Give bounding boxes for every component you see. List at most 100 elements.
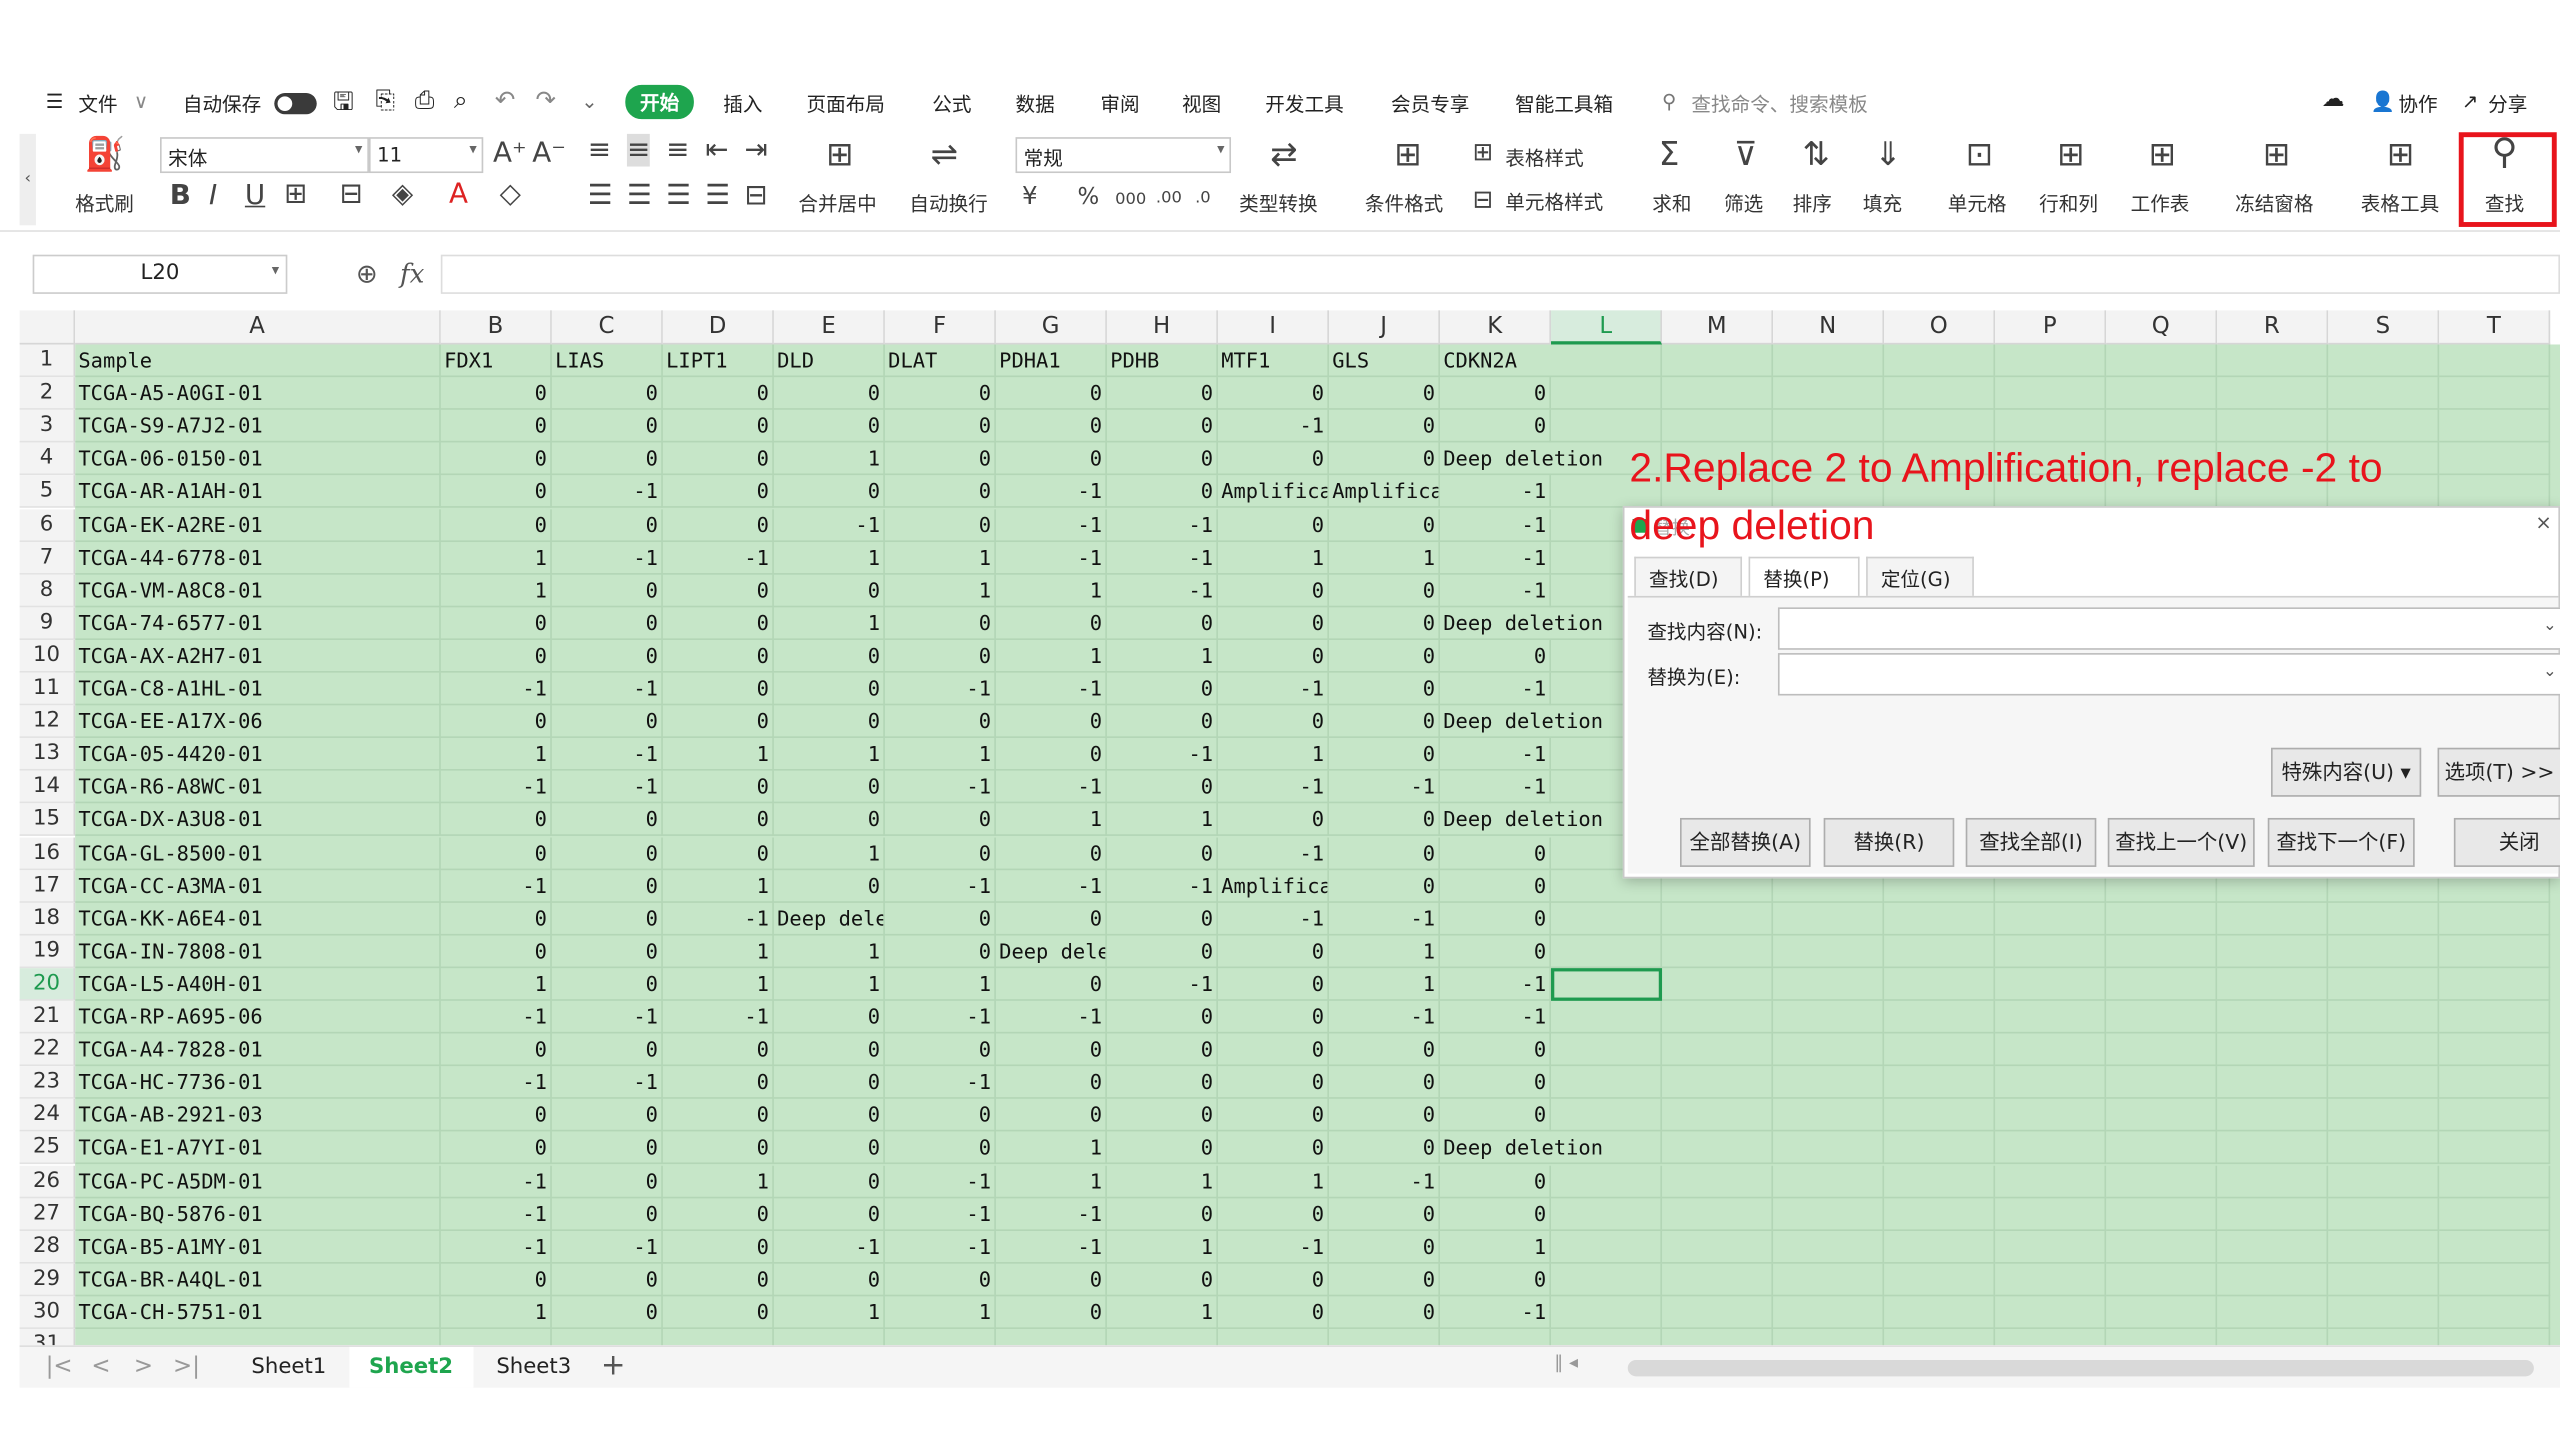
type-convert-button[interactable]: 类型转换 xyxy=(1239,189,1317,217)
data-cell[interactable]: 0 xyxy=(662,803,774,837)
conditional-format-button[interactable]: 条件格式 xyxy=(1365,189,1443,217)
data-cell[interactable] xyxy=(1995,902,2107,935)
data-cell[interactable]: 0 xyxy=(995,1033,1107,1067)
data-cell[interactable]: 0 xyxy=(995,1263,1107,1296)
data-cell[interactable]: 0 xyxy=(551,1197,663,1231)
data-cell[interactable] xyxy=(2328,902,2440,935)
italic-icon[interactable]: I xyxy=(209,180,217,213)
data-cell[interactable] xyxy=(441,1328,552,1346)
data-cell[interactable]: 0 xyxy=(551,639,663,673)
data-cell[interactable] xyxy=(1551,935,1663,968)
font-size-select[interactable]: 11 ▾ xyxy=(368,137,484,174)
data-cell[interactable] xyxy=(2217,1164,2329,1198)
data-cell[interactable] xyxy=(2217,935,2329,968)
data-cell[interactable] xyxy=(2217,1263,2329,1296)
data-cell[interactable]: -1 xyxy=(884,1164,996,1198)
row-header[interactable]: 14 xyxy=(19,771,76,804)
data-cell[interactable] xyxy=(1551,1033,1663,1067)
data-cell[interactable] xyxy=(2106,1132,2218,1165)
data-cell[interactable] xyxy=(2328,967,2440,1001)
data-cell[interactable]: TCGA-C8-A1HL-01 xyxy=(75,672,441,706)
data-cell[interactable] xyxy=(2439,1033,2551,1067)
align-right-icon[interactable]: ☰ xyxy=(666,180,691,213)
data-cell[interactable]: 0 xyxy=(1439,1033,1552,1067)
data-cell[interactable]: 0 xyxy=(662,475,774,509)
data-cell[interactable] xyxy=(1662,902,1774,935)
data-cell[interactable]: 0 xyxy=(773,803,885,837)
data-cell[interactable]: Deep deletion xyxy=(1439,1132,1603,1165)
tab-smart-toolbox[interactable]: 智能工具箱 xyxy=(1515,90,1613,118)
data-cell[interactable]: 0 xyxy=(773,869,885,903)
column-header-j[interactable]: J xyxy=(1328,310,1440,345)
column-header-s[interactable]: S xyxy=(2328,310,2440,345)
data-cell[interactable]: 1 xyxy=(1106,639,1218,673)
data-cell[interactable]: 0 xyxy=(1217,1296,1329,1329)
tab-member[interactable]: 会员专享 xyxy=(1391,90,1469,118)
data-cell[interactable] xyxy=(2439,967,2551,1001)
data-cell[interactable]: 0 xyxy=(995,967,1107,1001)
row-header[interactable]: 6 xyxy=(19,508,76,542)
data-cell[interactable]: 0 xyxy=(662,410,774,443)
increase-decimal-icon[interactable]: .00 xyxy=(1156,183,1182,216)
data-cell[interactable]: -1 xyxy=(440,869,552,903)
data-cell[interactable]: -1 xyxy=(884,672,996,706)
data-cell[interactable]: TCGA-KK-A6E4-01 xyxy=(75,902,441,935)
data-cell[interactable] xyxy=(2328,1164,2440,1198)
replace-input[interactable]: ⌄ xyxy=(1777,653,2560,696)
data-cell[interactable]: 0 xyxy=(662,1099,774,1132)
data-cell[interactable] xyxy=(2106,1296,2218,1329)
data-cell[interactable] xyxy=(1773,1296,1885,1329)
row-header[interactable]: 30 xyxy=(19,1296,76,1329)
row-header[interactable]: 28 xyxy=(19,1230,76,1264)
data-cell[interactable] xyxy=(663,1328,774,1346)
fill-color-icon[interactable]: ◈ xyxy=(392,178,413,211)
data-cell[interactable] xyxy=(2328,935,2440,968)
data-cell[interactable] xyxy=(2439,935,2551,968)
data-cell[interactable] xyxy=(1662,967,1774,1001)
data-cell[interactable]: 0 xyxy=(995,1066,1107,1100)
find-next-button[interactable]: 查找下一个(F) xyxy=(2267,817,2415,867)
data-cell[interactable]: -1 xyxy=(1439,967,1552,1001)
options-button[interactable]: 选项(T) >> xyxy=(2437,747,2560,797)
data-cell[interactable] xyxy=(1662,1132,1774,1165)
data-cell[interactable]: 0 xyxy=(1106,1033,1218,1067)
data-cell[interactable] xyxy=(2217,1099,2329,1132)
data-cell[interactable]: 0 xyxy=(884,442,996,476)
column-header-r[interactable]: R xyxy=(2217,310,2329,345)
data-cell[interactable] xyxy=(2439,377,2551,410)
data-cell[interactable]: 0 xyxy=(884,803,996,837)
header-cell[interactable] xyxy=(2439,344,2551,378)
scroll-left-icon[interactable]: ‖ ◂ xyxy=(1554,1352,1578,1373)
data-cell[interactable]: 0 xyxy=(1439,902,1552,935)
column-header-k[interactable]: K xyxy=(1439,310,1552,345)
next-sheet-icon[interactable]: > xyxy=(134,1353,153,1379)
data-cell[interactable] xyxy=(2217,377,2329,410)
data-cell[interactable]: 0 xyxy=(1106,902,1218,935)
clear-format-icon[interactable]: ◇ xyxy=(500,178,521,211)
data-cell[interactable]: 0 xyxy=(1328,869,1440,903)
data-cell[interactable] xyxy=(2106,1230,2218,1264)
data-cell[interactable]: 0 xyxy=(662,672,774,706)
data-cell[interactable]: -1 xyxy=(1106,967,1218,1001)
tab-formulas[interactable]: 公式 xyxy=(932,90,971,118)
prev-sheet-icon[interactable]: < xyxy=(91,1353,110,1379)
border-icon[interactable]: ⊞ xyxy=(284,178,307,211)
active-cell-cursor[interactable] xyxy=(1551,967,1663,1001)
data-cell[interactable]: 0 xyxy=(1106,771,1218,804)
data-cell[interactable]: -1 xyxy=(884,1000,996,1034)
row-header[interactable]: 20 xyxy=(19,967,76,1001)
freeze-panes-icon[interactable]: ⊞ xyxy=(2263,137,2290,170)
row-header[interactable]: 5 xyxy=(19,475,76,509)
data-cell[interactable]: -1 xyxy=(995,508,1107,542)
data-cell[interactable]: TCGA-VM-A8C8-01 xyxy=(75,574,441,607)
merge-center-icon[interactable]: ⊞ xyxy=(826,137,853,170)
data-cell[interactable] xyxy=(2217,1197,2329,1231)
data-cell[interactable] xyxy=(1995,1164,2107,1198)
data-cell[interactable]: 0 xyxy=(773,1197,885,1231)
data-cell[interactable]: Amplification xyxy=(1328,475,1440,509)
data-cell[interactable]: 1 xyxy=(440,1296,552,1329)
data-cell[interactable] xyxy=(1884,1099,1996,1132)
header-cell[interactable]: GLS xyxy=(1328,344,1440,378)
row-header[interactable]: 10 xyxy=(19,639,76,673)
data-cell[interactable]: 0 xyxy=(1328,377,1440,410)
